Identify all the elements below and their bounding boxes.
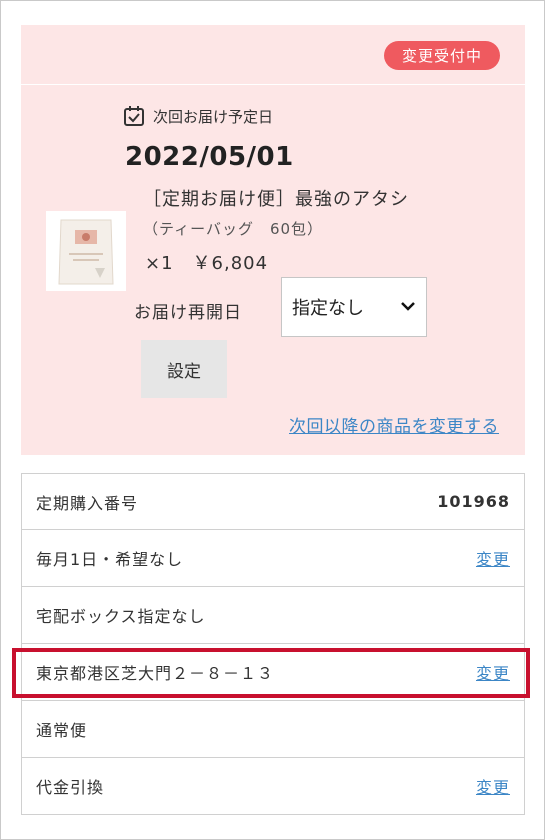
delivery-box-value: 宅配ボックス指定なし (36, 607, 206, 626)
product-name: ［定期お届け便］最強のアタシ (143, 189, 409, 210)
subscription-panel: 変更受付中 次回お届け予定日 2022/05/01 ［定期お届け便］最強のアタシ… (21, 25, 525, 455)
schedule-row: 毎月1日・希望なし 変更 (21, 530, 525, 587)
subscription-details: 定期購入番号 101968 毎月1日・希望なし 変更 宅配ボックス指定なし 東京… (21, 473, 525, 815)
set-button[interactable]: 設定 (141, 340, 227, 398)
order-number-value: 101968 (437, 492, 510, 511)
next-delivery-label-text: 次回お届け予定日 (153, 107, 274, 126)
product-variant: （ティーバッグ 60包） (143, 220, 324, 238)
next-delivery-date: 2022/05/01 (125, 142, 294, 172)
resume-date-select[interactable]: 指定なし (281, 277, 427, 337)
change-products-link[interactable]: 次回以降の商品を変更する (289, 412, 499, 437)
status-badge: 変更受付中 (383, 41, 500, 70)
change-payment-link[interactable]: 変更 (476, 774, 510, 798)
order-number-row: 定期購入番号 101968 (21, 473, 525, 530)
next-delivery-label: 次回お届け予定日 (123, 105, 273, 127)
payment-row: 代金引換 変更 (21, 758, 525, 815)
divider (21, 84, 525, 85)
shipping-value: 通常便 (36, 721, 88, 740)
delivery-box-row: 宅配ボックス指定なし (21, 587, 525, 644)
schedule-value: 毎月1日・希望なし (36, 550, 184, 569)
address-highlight-box (12, 648, 530, 698)
product-qty-price: ×1 ￥6,804 (145, 253, 269, 274)
shipping-row: 通常便 (21, 701, 525, 758)
order-number-label: 定期購入番号 (36, 493, 139, 513)
resume-date-selected: 指定なし (292, 298, 364, 319)
calendar-check-icon (123, 105, 145, 127)
payment-value: 代金引換 (36, 778, 105, 797)
resume-date-label: お届け再開日 (134, 303, 242, 323)
product-image (46, 211, 126, 291)
change-schedule-link[interactable]: 変更 (476, 546, 510, 570)
chevron-down-icon (400, 298, 416, 314)
